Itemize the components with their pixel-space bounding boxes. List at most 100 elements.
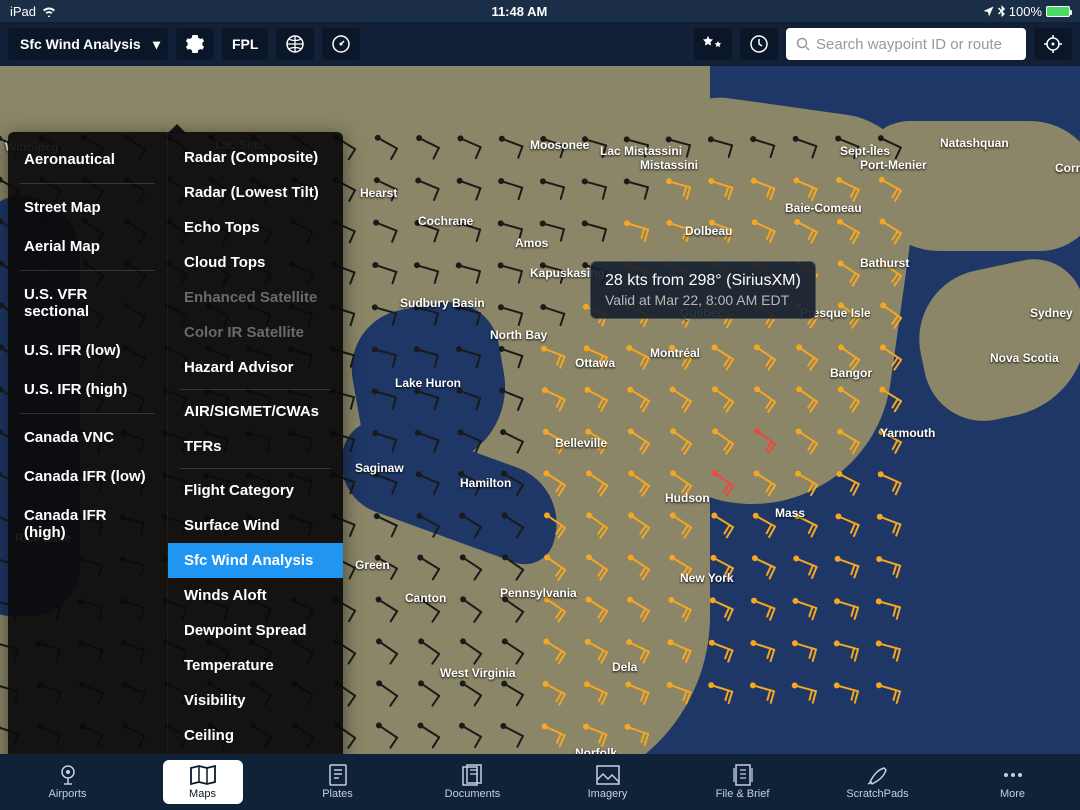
basemap-item[interactable]: Canada IFR (low) [8,457,167,496]
basemap-item[interactable]: U.S. IFR (high) [8,370,167,409]
tooltip-line2: Valid at Mar 22, 8:00 AM EDT [605,292,801,308]
basemap-item[interactable]: Canada IFR (high) [8,496,167,552]
tab-icon [595,764,621,786]
tab-icon [1000,764,1026,786]
tab-file-brief[interactable]: File & Brief [703,760,783,804]
globe-button[interactable] [276,28,314,60]
tab-icon [866,764,890,786]
location-icon [983,6,994,17]
overlay-item[interactable]: Surface Wind [168,508,343,543]
tab-label: Maps [189,788,216,800]
overlay-item[interactable]: Visibility [168,683,343,718]
city-label: Sept-Îles [840,144,890,158]
bottom-tabbar: Airports Maps Plates Documents Imagery File &… [0,754,1080,810]
layer-selector-button[interactable]: Sfc Wind Analysis ▾ [8,28,168,60]
city-label: Bathurst [860,256,909,270]
basemap-item[interactable]: Canada VNC [8,418,167,457]
search-input[interactable]: Search waypoint ID or route [786,28,1026,60]
tab-icon [327,764,349,786]
settings-button[interactable] [176,28,214,60]
bluetooth-icon [998,5,1005,17]
tab-label: ScratchPads [846,788,908,800]
city-label: Sudbury Basin [400,296,485,310]
tab-icon [55,764,81,786]
basemap-item[interactable]: Aerial Map [8,227,167,266]
tab-imagery[interactable]: Imagery [568,760,648,804]
city-label: Canton [405,591,446,605]
city-label: Norfolk [575,746,617,754]
overlay-item[interactable]: Winds Aloft [168,578,343,613]
city-label: Dolbeau [685,224,732,238]
city-label: West Virginia [440,666,516,680]
map-canvas[interactable]: WinnipegLac SeulHearstMoosoneeLac Mistas… [0,66,1080,754]
city-label: Amos [515,236,548,250]
city-label: Hudson [665,491,710,505]
tab-label: Plates [322,788,353,800]
locate-button[interactable] [1034,28,1072,60]
layer-selector-label: Sfc Wind Analysis [20,36,141,52]
basemap-item[interactable]: U.S. IFR (low) [8,331,167,370]
overlay-item[interactable]: Ceiling [168,718,343,753]
city-label: Bangor [830,366,872,380]
city-label: Lake Huron [395,376,461,390]
city-label: Belleville [555,436,607,450]
overlay-item[interactable]: Dewpoint Spread [168,613,343,648]
city-label: Saginaw [355,461,404,475]
tab-airports[interactable]: Airports [28,760,108,804]
overlay-item[interactable]: Sky Coverage [168,753,343,754]
overlay-item[interactable]: AIR/SIGMET/CWAs [168,394,343,429]
basemap-item[interactable]: Aeronautical [8,140,167,179]
city-label: New York [680,571,734,585]
tab-label: Imagery [588,788,628,800]
wifi-icon [42,6,56,17]
overlay-item[interactable]: TFRs [168,429,343,464]
basemap-item[interactable]: Street Map [8,188,167,227]
tab-plates[interactable]: Plates [298,760,378,804]
gauge-button[interactable] [322,28,360,60]
overlay-item[interactable]: Flight Category [168,473,343,508]
fpl-button[interactable]: FPL [222,28,268,60]
tab-label: File & Brief [716,788,770,800]
overlay-item[interactable]: Hazard Advisor [168,350,343,385]
city-label: North Bay [490,328,547,342]
tab-label: More [1000,788,1025,800]
tab-label: Documents [445,788,501,800]
overlay-item: Color IR Satellite [168,315,343,350]
city-label: Hamilton [460,476,511,490]
battery-icon [1046,6,1070,17]
clock: 11:48 AM [56,4,983,19]
tab-scratchpads[interactable]: ScratchPads [838,760,918,804]
tab-label: Airports [49,788,87,800]
city-label: Mistassini [640,158,698,172]
overlay-item[interactable]: Temperature [168,648,343,683]
favorites-button[interactable] [694,28,732,60]
city-label: Baie-Comeau [785,201,862,215]
tab-more[interactable]: More [973,760,1053,804]
layer-dropdown: Aeronautical Street MapAerial Map U.S. VFR… [8,132,343,754]
tab-icon [732,764,754,786]
city-label: Pennsylvania [500,586,577,600]
city-label: Moosonee [530,138,589,152]
tab-documents[interactable]: Documents [433,760,513,804]
device-label: iPad [10,4,36,19]
top-toolbar: Sfc Wind Analysis ▾ FPL Search waypoint … [0,22,1080,66]
city-label: Corn [1055,161,1080,175]
tooltip-line1: 28 kts from 298° (SiriusXM) [605,272,801,290]
city-label: Dela [612,660,637,674]
overlay-item[interactable]: Cloud Tops [168,245,343,280]
city-label: Hearst [360,186,397,200]
city-label: Green [355,558,390,572]
city-label: Natashquan [940,136,1009,150]
tab-icon [189,764,217,786]
overlay-item: Enhanced Satellite [168,280,343,315]
city-label: Montréal [650,346,700,360]
search-icon [796,37,810,51]
overlay-item[interactable]: Sfc Wind Analysis [168,543,343,578]
overlay-item[interactable]: Radar (Composite) [168,140,343,175]
tab-maps[interactable]: Maps [163,760,243,804]
wind-tooltip: 28 kts from 298° (SiriusXM) Valid at Mar… [590,261,816,319]
recent-button[interactable] [740,28,778,60]
basemap-item[interactable]: U.S. VFR sectional [8,275,167,331]
overlay-item[interactable]: Echo Tops [168,210,343,245]
overlay-item[interactable]: Radar (Lowest Tilt) [168,175,343,210]
